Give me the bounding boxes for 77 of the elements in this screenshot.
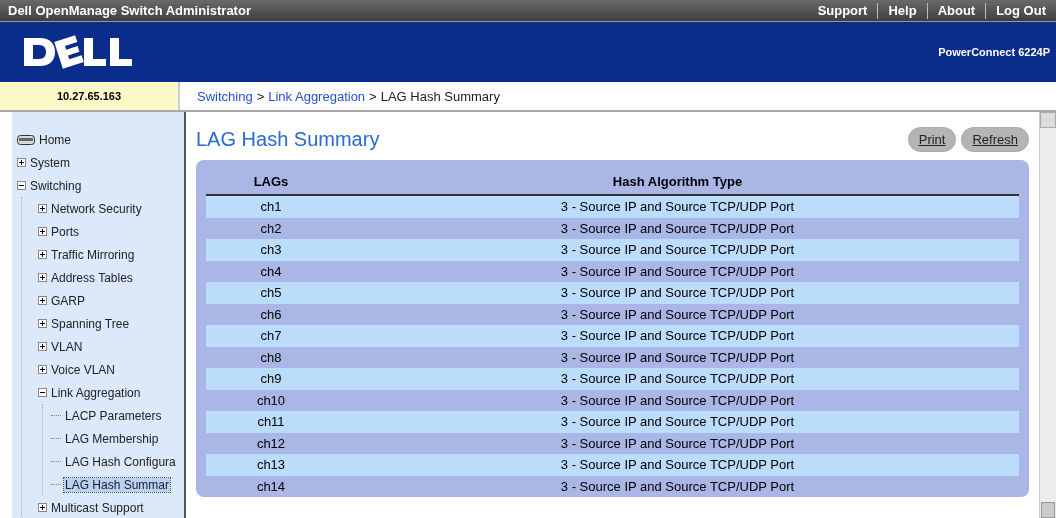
action-button[interactable]: Print [907,126,957,152]
table-cell-text: ch7 [259,328,283,344]
expand-icon[interactable] [38,273,47,282]
expand-icon[interactable] [38,250,47,259]
breadcrumb-separator: > [256,88,265,104]
tree-item[interactable]: Ports [50,224,80,239]
header-link[interactable]: Log Out [986,3,1056,18]
tree-item[interactable]: LAG Hash Summar [64,477,171,492]
tree-item[interactable]: System [29,155,71,170]
tree-item[interactable]: Traffic Mirroring [50,247,136,262]
header-link[interactable]: Support [807,3,878,18]
table-cell-text: ch13 [255,457,287,473]
expand-icon[interactable] [38,365,47,374]
tree-item[interactable]: Multicast Support [50,500,145,515]
table-cell-text: 3 - Source IP and Source TCP/UDP Port [559,371,796,387]
table-cell-text: 3 - Source IP and Source TCP/UDP Port [559,328,796,344]
table-cell-text: 3 - Source IP and Source TCP/UDP Port [559,242,796,258]
model-name: PowerConnect 6224P [938,46,1050,58]
tree-item[interactable]: GARP [50,293,86,308]
breadcrumb-link[interactable]: Link Aggregation [268,88,366,104]
tree-item[interactable]: Spanning Tree [50,316,131,331]
table-cell-text: ch10 [255,392,287,408]
table-cell-text: ch5 [259,285,283,301]
table-cell-text: ch12 [255,435,287,451]
table-cell-text: 3 - Source IP and Source TCP/UDP Port [559,414,796,430]
table-cell-text: 3 - Source IP and Source TCP/UDP Port [559,435,796,451]
table-cell-text: ch6 [259,306,283,322]
breadcrumb-current: LAG Hash Summary [380,88,500,104]
tree-item[interactable]: LAG Membership [64,431,160,446]
table-cell-text: ch9 [259,371,283,387]
tree-item[interactable]: LACP Parameters [64,408,163,423]
table-cell-text: 3 - Source IP and Source TCP/UDP Port [559,263,796,279]
table-cell-text: ch4 [259,263,283,279]
device-icon[interactable] [17,134,35,145]
tree-item[interactable]: VLAN [50,339,84,354]
collapse-icon[interactable] [17,181,26,190]
table-cell-text: ch1 [259,199,283,215]
table-cell-text: ch14 [255,478,287,494]
table-cell-text: ch8 [259,349,283,365]
expand-icon[interactable] [38,319,47,328]
collapse-icon[interactable] [38,388,47,397]
table-cell-text: 3 - Source IP and Source TCP/UDP Port [559,306,796,322]
table-cell-text: 3 - Source IP and Source TCP/UDP Port [559,392,796,408]
table-cell-text: 3 - Source IP and Source TCP/UDP Port [559,478,796,494]
column-header: Hash Algorithm Type [611,173,744,189]
tree-item[interactable]: LAG Hash Configura [64,454,177,469]
tree-item[interactable]: Address Tables [50,270,134,285]
column-header: LAGs [252,173,290,189]
action-button[interactable]: Refresh [961,126,1029,152]
expand-icon[interactable] [38,296,47,305]
tree-item[interactable]: Network Security [50,201,143,216]
table-cell-text: 3 - Source IP and Source TCP/UDP Port [559,199,796,215]
expand-icon[interactable] [17,158,26,167]
page-title: LAG Hash Summary [196,127,380,151]
header-link[interactable]: Help [878,3,927,18]
tree-item[interactable]: Switching [29,178,83,193]
scroll-thumb[interactable] [1041,502,1055,518]
scrollbar[interactable] [1039,112,1056,518]
expand-icon[interactable] [38,227,47,236]
expand-icon[interactable] [38,204,47,213]
table-cell-text: 3 - Source IP and Source TCP/UDP Port [559,457,796,473]
expand-icon[interactable] [38,503,47,512]
header-link[interactable]: About [927,3,986,18]
tree-item[interactable]: Voice VLAN [50,362,117,377]
ip-address: 10.27.65.163 [0,82,180,110]
tree-item[interactable]: Home [38,132,72,147]
table-cell-text: ch2 [259,220,283,236]
expand-icon[interactable] [38,342,47,351]
tree-item[interactable]: Link Aggregation [50,385,142,400]
table-cell-text: ch11 [256,414,286,430]
table-cell-text: 3 - Source IP and Source TCP/UDP Port [559,285,796,301]
breadcrumb-link[interactable]: Switching [197,88,253,104]
table-cell-text: 3 - Source IP and Source TCP/UDP Port [559,220,796,236]
app-title: Dell OpenManage Switch Administrator [8,3,251,18]
table-cell-text: ch3 [259,242,283,258]
breadcrumb-separator: > [369,88,377,104]
table-cell-text: 3 - Source IP and Source TCP/UDP Port [559,349,796,365]
